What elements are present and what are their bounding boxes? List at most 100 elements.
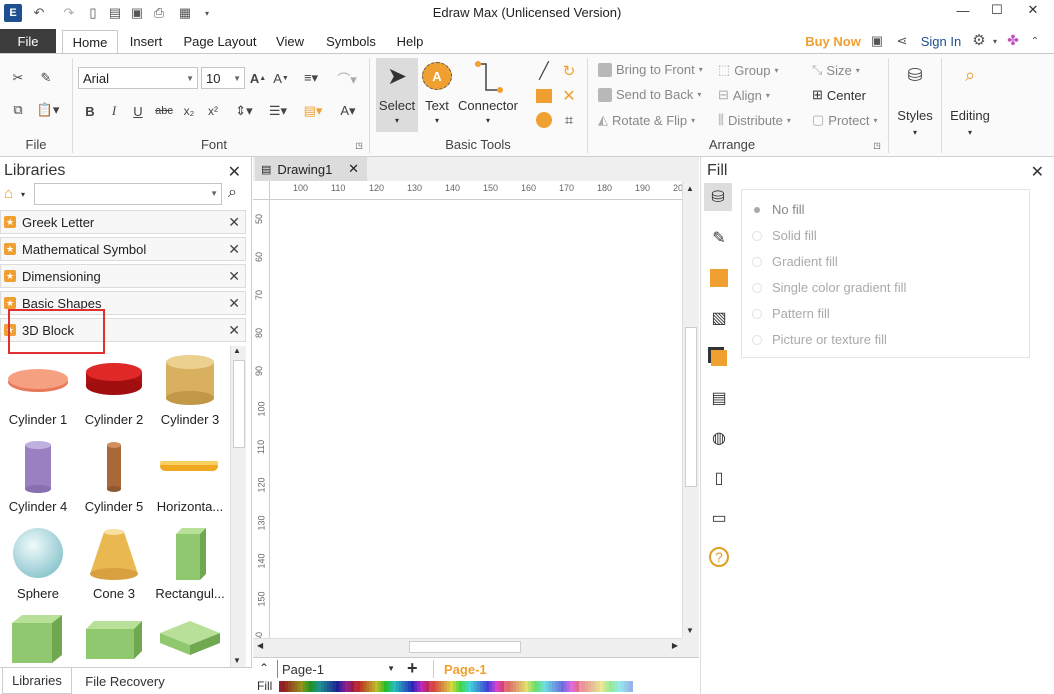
rotate-flip-button[interactable]: ◭ Rotate & Flip ▾ — [598, 112, 695, 128]
protect-button[interactable]: ▢ Protect ▾ — [812, 112, 878, 128]
search-icon[interactable]: ⌕ — [228, 184, 237, 202]
font-size-select[interactable]: 10 ▼ — [201, 67, 245, 89]
arc-tool-icon[interactable]: ↻ — [560, 62, 578, 80]
image-icon[interactable]: ▧ — [708, 307, 730, 329]
close-document-icon[interactable]: ✕ — [348, 161, 359, 177]
add-page-icon[interactable]: + — [407, 658, 418, 679]
shape-cone-3[interactable]: Cone 3 — [76, 526, 152, 612]
help-icon[interactable]: ? — [709, 547, 729, 567]
color-swatch[interactable] — [630, 681, 633, 692]
line-spacing-icon[interactable]: ⌒▾ — [333, 68, 361, 88]
tab-page-layout[interactable]: Page Layout — [180, 30, 260, 53]
editing-button[interactable]: ⌕ Editing ▾ — [946, 60, 994, 146]
shape-cylinder-3[interactable]: Cylinder 3 — [152, 352, 228, 438]
scroll-right-icon[interactable]: ▶ — [672, 641, 678, 650]
close-library-icon[interactable]: ✕ — [228, 214, 240, 231]
center-button[interactable]: ⊞ Center — [812, 87, 866, 103]
buy-now-link[interactable]: Buy Now — [800, 30, 866, 53]
library-scroll-thumb[interactable] — [233, 360, 245, 448]
scroll-up-icon[interactable]: ▲ — [233, 346, 241, 355]
attachment-icon[interactable]: ▯ — [708, 467, 730, 489]
group-button[interactable]: ⬚ Group ▾ — [718, 62, 778, 78]
underline-icon[interactable]: U — [130, 101, 146, 121]
canvas-vscroll-thumb[interactable] — [685, 327, 697, 487]
cut-icon[interactable]: ✂ — [8, 68, 28, 88]
arrange-dialog-launcher-icon[interactable]: ◳ — [872, 140, 882, 150]
collapse-ribbon-icon[interactable]: ⌃ — [1026, 32, 1044, 50]
color-swatches[interactable] — [279, 681, 633, 692]
paragraph-spacing-icon[interactable]: ⇕▾ — [230, 101, 258, 121]
close-library-icon[interactable]: ✕ — [228, 322, 240, 339]
ellipse-tool-icon[interactable] — [535, 111, 553, 129]
canvas-vertical-scrollbar[interactable]: ▲ ▼ — [682, 181, 699, 637]
shape-cylinder-5[interactable]: Cylinder 5 — [76, 439, 152, 525]
close-libraries-icon[interactable]: ✕ — [228, 162, 241, 182]
sign-in-link[interactable]: Sign In — [914, 30, 968, 53]
bold-icon[interactable]: B — [82, 101, 98, 121]
align-button[interactable]: ⊟ Align ▾ — [718, 87, 770, 103]
shape-sphere[interactable]: Sphere — [0, 526, 76, 612]
scroll-down-icon[interactable]: ▼ — [233, 656, 241, 665]
superscript-icon[interactable]: x² — [204, 101, 222, 121]
page-properties-icon[interactable]: ▤ — [708, 387, 730, 409]
tab-symbols[interactable]: Symbols — [320, 30, 382, 53]
home-dropdown-icon[interactable]: ▾ — [21, 190, 25, 199]
connector-tool-button[interactable]: Connector ▾ — [456, 58, 520, 132]
text-tool-button[interactable]: A Text ▾ — [420, 58, 454, 132]
decrease-font-icon[interactable]: A ▼ — [272, 68, 290, 88]
share-icon[interactable]: ⋖ — [893, 32, 911, 50]
minimize-icon[interactable]: — — [946, 0, 980, 20]
library-item-dimensioning[interactable]: ★ Dimensioning ✕ — [0, 264, 246, 288]
scroll-up-icon[interactable]: ▲ — [686, 184, 694, 193]
close-library-icon[interactable]: ✕ — [228, 268, 240, 285]
send-to-back-button[interactable]: Send to Back ▾ — [598, 87, 701, 102]
cart-icon[interactable]: ▣ — [868, 32, 886, 50]
font-family-select[interactable]: Arial ▼ — [78, 67, 198, 89]
fill-option-single-color-gradient[interactable]: Single color gradient fill — [752, 280, 906, 295]
select-tool-button[interactable]: ➤ Select ▾ — [376, 58, 418, 132]
crop-tool-icon[interactable]: ⌗ — [560, 111, 578, 129]
comment-icon[interactable]: ▭ — [708, 507, 730, 529]
home-icon[interactable]: ⌂ — [4, 185, 13, 202]
styles-button[interactable]: ⛁ Styles ▾ — [893, 60, 937, 146]
shadow-icon[interactable] — [708, 267, 730, 289]
layers-icon[interactable] — [708, 347, 730, 369]
close-library-icon[interactable]: ✕ — [228, 295, 240, 312]
strikethrough-icon[interactable]: abc — [154, 101, 174, 121]
rectangle-tool-icon[interactable] — [535, 87, 553, 105]
close-library-icon[interactable]: ✕ — [228, 241, 240, 258]
text-highlight-icon[interactable]: ▤▾ — [299, 101, 327, 121]
canvas-hscroll-thumb[interactable] — [409, 641, 521, 653]
paste-icon[interactable]: 📋▾ — [34, 100, 62, 120]
italic-icon[interactable]: I — [106, 101, 122, 121]
file-tab[interactable]: File — [0, 29, 56, 53]
library-search-input[interactable]: ▼ — [34, 183, 222, 205]
text-align-icon[interactable]: ≡▾ — [297, 68, 325, 88]
maximize-icon[interactable]: ☐ — [980, 0, 1014, 20]
hyperlink-globe-icon[interactable]: ◍ — [708, 427, 730, 449]
theme-icon[interactable]: ✤ — [1004, 31, 1022, 49]
fill-option-gradient-fill[interactable]: Gradient fill — [752, 254, 838, 269]
line-style-icon[interactable]: ✎ — [708, 227, 730, 249]
scroll-left-icon[interactable]: ◀ — [257, 641, 263, 650]
shape-slab[interactable] — [152, 613, 228, 665]
page-select[interactable]: Page-1 ▼ — [277, 660, 397, 678]
size-button[interactable]: ⤡ Size ▾ — [812, 62, 860, 78]
fill-bucket-icon[interactable]: ⛁ — [704, 183, 732, 211]
library-scrollbar[interactable]: ▲ ▼ — [230, 346, 246, 667]
copy-icon[interactable]: ⧉ — [8, 100, 28, 120]
shape-cylinder-4[interactable]: Cylinder 4 — [0, 439, 76, 525]
expand-pages-icon[interactable]: ⌃ — [259, 661, 269, 675]
drawing-page[interactable] — [270, 200, 682, 644]
tab-file-recovery[interactable]: File Recovery — [80, 668, 170, 694]
shape-cylinder-1[interactable]: Cylinder 1 — [0, 352, 76, 438]
increase-font-icon[interactable]: A ▲ — [249, 68, 267, 88]
tab-home[interactable]: Home — [62, 30, 118, 53]
shape-box[interactable] — [76, 613, 152, 665]
scroll-down-icon[interactable]: ▼ — [686, 626, 694, 635]
settings-dropdown-icon[interactable]: ▾ — [986, 32, 1004, 50]
canvas-horizontal-scrollbar[interactable]: ◀ ▶ — [253, 638, 682, 655]
fill-option-solid-fill[interactable]: Solid fill — [752, 228, 817, 243]
shape-cube[interactable] — [0, 613, 76, 665]
bullets-icon[interactable]: ☰▾ — [264, 101, 292, 121]
